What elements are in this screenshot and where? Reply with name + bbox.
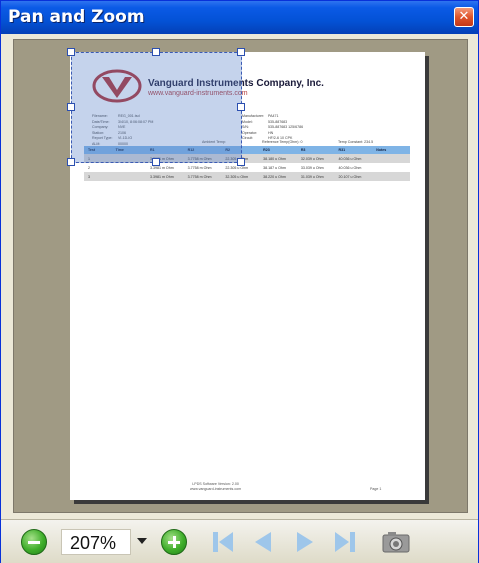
resize-handle-right[interactable] (237, 103, 245, 111)
title-bar[interactable]: Pan and Zoom ✕ (1, 1, 478, 34)
zoom-toolbar: 207% (1, 519, 478, 563)
window-title: Pan and Zoom (8, 7, 145, 27)
column-header: R23 (263, 148, 270, 152)
column-header: Notes (376, 148, 387, 152)
info-right: Manufacturer: PA471 Model: 535-887683 S/N:… (242, 114, 303, 142)
zoom-selection-rectangle[interactable] (67, 48, 245, 166)
column-header: R31 (338, 148, 346, 152)
close-button[interactable]: ✕ (454, 7, 474, 27)
zoom-dropdown-arrow-icon[interactable] (137, 538, 147, 544)
prev-page-icon[interactable] (249, 529, 277, 555)
page-number: Page 1 (370, 487, 382, 491)
column-header: R3 (300, 148, 306, 152)
zoom-level-field[interactable]: 207% (61, 529, 131, 555)
pan-zoom-window: Pan and Zoom ✕ Vanguard Instruments Comp… (0, 0, 479, 563)
zoom-out-button[interactable] (21, 529, 47, 555)
zoom-in-button[interactable] (161, 529, 187, 555)
temp-constant: Temp Constant: 234.5 (338, 140, 374, 144)
table-row: 3 3.3981 m Ohm 3.7758 m Ohm 32.305 u Ohm… (84, 172, 410, 181)
resize-handle-bottom-right[interactable] (237, 158, 245, 166)
first-page-icon[interactable] (209, 529, 237, 555)
table-row: 2 3.3981 m Ohm 3.7758 m Ohm 22.305 u Ohm… (88, 165, 362, 170)
page-footer: LPDS Software Version: 2.00 www.vanguard… (190, 482, 242, 491)
resize-handle-top[interactable] (152, 48, 160, 56)
resize-handle-top-right[interactable] (237, 48, 245, 56)
preview-viewport[interactable]: Vanguard Instruments Company, Inc. www.v… (13, 39, 468, 513)
resize-handle-top-left[interactable] (67, 48, 75, 56)
resize-handle-bottom[interactable] (152, 158, 160, 166)
last-page-icon[interactable] (331, 529, 359, 555)
resize-handle-bottom-left[interactable] (67, 158, 75, 166)
resize-handle-left[interactable] (67, 103, 75, 111)
reference-temp: Reference Temp(Ohm): 0 (262, 140, 303, 144)
next-page-icon[interactable] (291, 529, 319, 555)
zoom-level-value: 207% (70, 533, 117, 553)
camera-icon[interactable] (380, 529, 412, 555)
